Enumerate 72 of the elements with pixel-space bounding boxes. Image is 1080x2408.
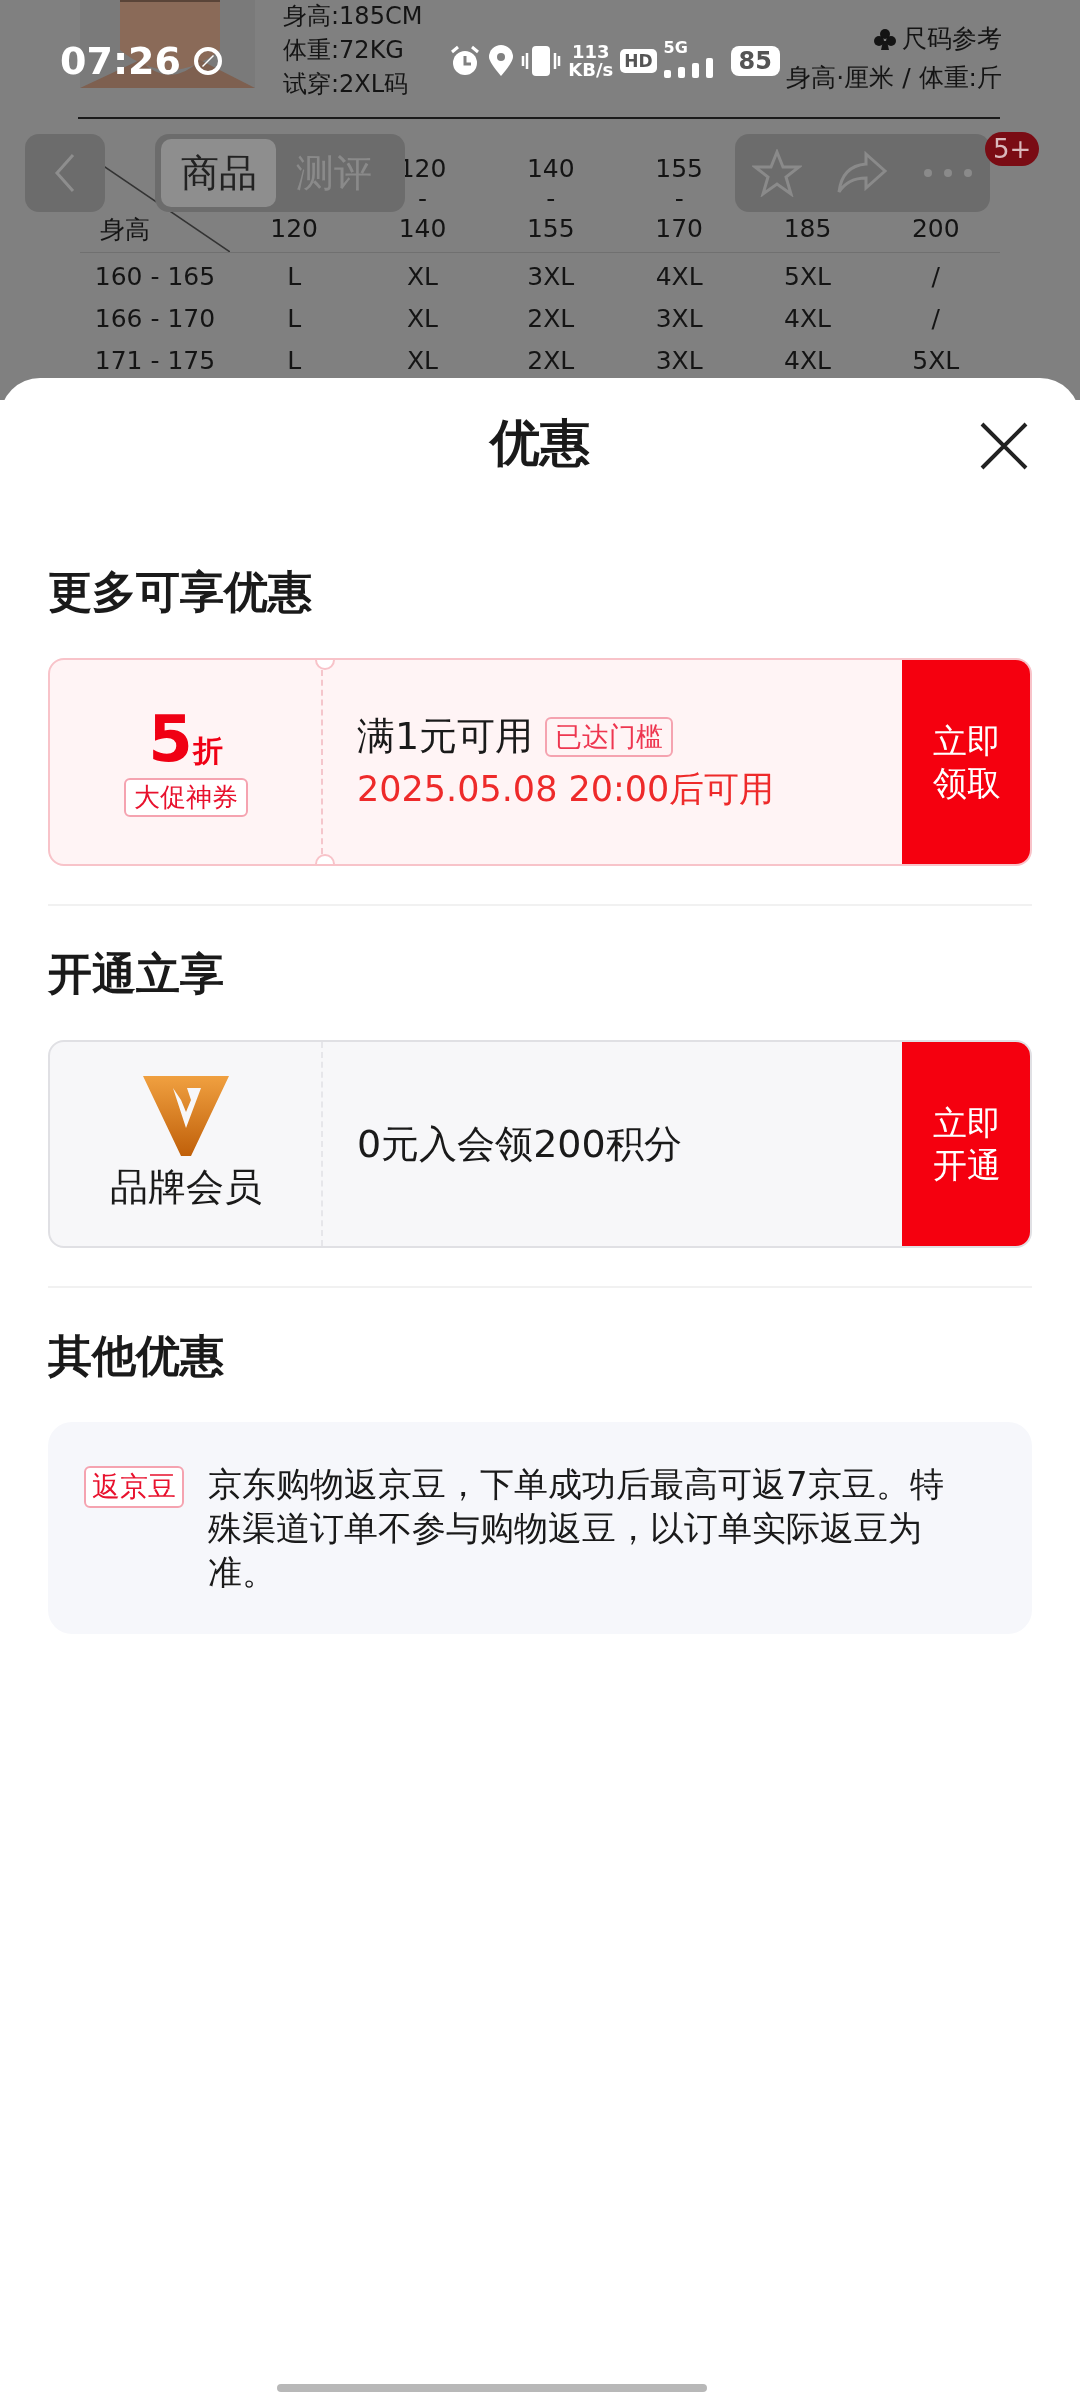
valid-time: 2025.05.08 20:00后可用 bbox=[357, 768, 776, 811]
table-header: - bbox=[546, 184, 556, 214]
table-header: 155 bbox=[526, 214, 575, 244]
table-header: 185 bbox=[783, 214, 832, 244]
table-cell-text: 160 - 165 bbox=[93, 261, 217, 293]
table-header: 身高 bbox=[100, 214, 150, 246]
table-header: - bbox=[674, 184, 684, 214]
status-time: 07:26 bbox=[60, 39, 181, 83]
tab[interactable]: 商品 bbox=[161, 139, 276, 207]
threshold-tag: 已达门槛 bbox=[545, 716, 674, 757]
table-cell-text: L bbox=[286, 261, 303, 293]
table-cell-text: 2XL bbox=[526, 303, 576, 335]
vibrate-icon bbox=[521, 45, 562, 77]
table-cell-text: XL bbox=[405, 345, 439, 377]
table-cell-text: 4XL bbox=[783, 345, 832, 377]
section-heading: 其他优惠 bbox=[48, 1329, 225, 1383]
coupon-condition: 满1元可用 bbox=[357, 713, 534, 760]
network-type: 5G bbox=[663, 38, 688, 57]
section-heading: 更多可享优惠 bbox=[48, 565, 313, 619]
size-reference-title: 尺码参考 bbox=[902, 23, 1002, 55]
coupon-tag: 大促神券 bbox=[123, 778, 248, 817]
table-cell-text: XL bbox=[405, 261, 439, 293]
table-cell-text: 5XL bbox=[911, 345, 961, 377]
discount-value: 5折 bbox=[148, 707, 223, 772]
membership-offer: 0元入会领200积分 bbox=[357, 1120, 683, 1168]
alarm-icon bbox=[449, 45, 482, 77]
membership-label: 品牌会员 bbox=[109, 1163, 262, 1211]
table-header: 140 bbox=[398, 214, 447, 244]
product-info: 身高:185CM bbox=[283, 1, 423, 32]
table-cell-text: 5XL bbox=[783, 261, 832, 293]
table-header: 155 bbox=[655, 154, 703, 184]
table-cell-text: L bbox=[286, 303, 303, 335]
share-icon[interactable] bbox=[836, 151, 889, 195]
claim-button[interactable]: 立即领取 bbox=[902, 660, 1030, 864]
star-icon[interactable] bbox=[752, 149, 803, 197]
count-badge: 5+ bbox=[985, 132, 1040, 166]
table-cell-text: 3XL bbox=[654, 345, 704, 377]
table-cell-text: 166 - 170 bbox=[93, 303, 217, 335]
table-cell-text: / bbox=[930, 261, 942, 293]
table-cell-text: 2XL bbox=[526, 345, 576, 377]
network-speed: 113 KB/s bbox=[568, 43, 614, 79]
product-info: 体重:72KG bbox=[283, 35, 404, 66]
table-cell-text: 4XL bbox=[783, 303, 832, 335]
table-cell-text: 3XL bbox=[526, 261, 576, 293]
section-heading: 开通立享 bbox=[48, 947, 225, 1001]
home-indicator[interactable] bbox=[277, 2384, 707, 2392]
table-cell-text: L bbox=[286, 345, 303, 377]
product-info: 试穿:2XL码 bbox=[283, 69, 409, 100]
info-text: 京东购物返京豆，下单成功后最高可返7京豆。特殊渠道订单不参与购物返豆，以订单实际返豆为准。 bbox=[208, 1463, 945, 1594]
table-header: 140 bbox=[526, 154, 575, 184]
table-cell-text: XL bbox=[405, 303, 439, 335]
table-header: 120 bbox=[270, 214, 318, 244]
back-button[interactable] bbox=[25, 134, 105, 212]
table-cell-text: 4XL bbox=[654, 261, 704, 293]
hd-indicator: HD bbox=[620, 49, 657, 73]
join-button[interactable]: 立即开通 bbox=[902, 1042, 1030, 1246]
table-header: - bbox=[417, 184, 427, 214]
compass-icon bbox=[192, 46, 223, 76]
table-header: 200 bbox=[911, 214, 960, 244]
location-icon bbox=[488, 45, 515, 77]
table-cell-text: 3XL bbox=[654, 303, 704, 335]
table-cell-text: 171 - 175 bbox=[93, 345, 217, 377]
table-cell-text: / bbox=[930, 303, 942, 335]
bean-tag: 返京豆 bbox=[84, 1466, 184, 1508]
back-icon bbox=[53, 153, 77, 193]
more-icon[interactable] bbox=[922, 168, 973, 178]
sheet-title: 优惠 bbox=[490, 412, 590, 474]
table-header: 170 bbox=[655, 214, 703, 244]
club-icon bbox=[874, 27, 896, 50]
battery-level: 85 bbox=[730, 46, 780, 76]
size-units: 身高·厘米 / 体重:斤 bbox=[786, 62, 1002, 94]
brand-v-icon bbox=[142, 1075, 229, 1156]
